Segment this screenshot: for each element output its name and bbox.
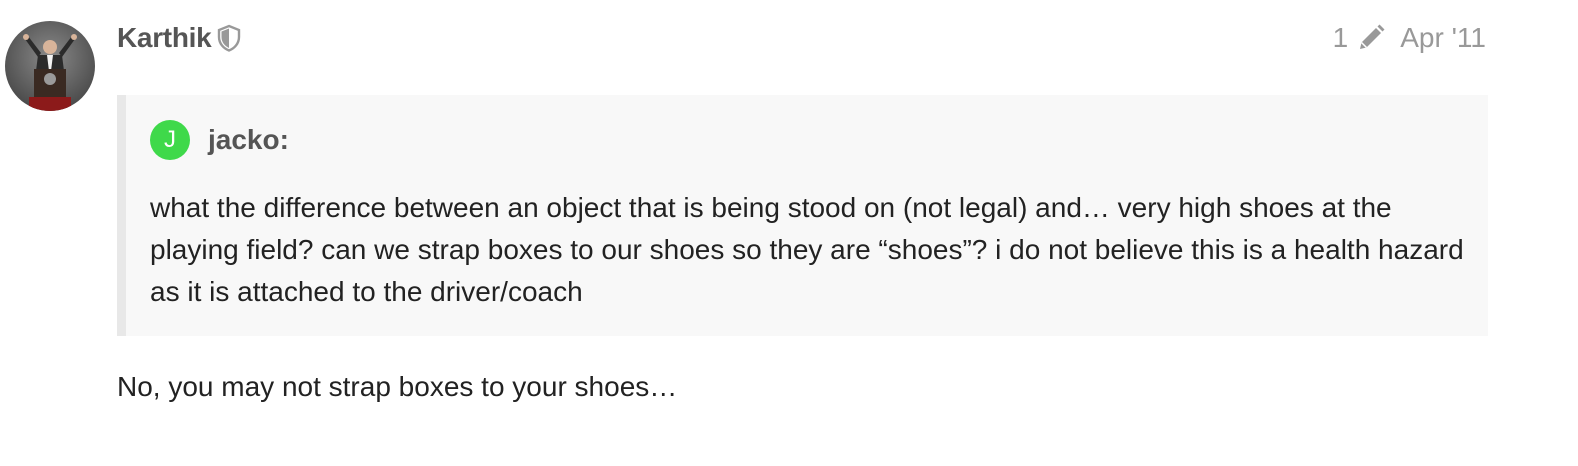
avatar[interactable] <box>5 21 95 111</box>
post-body: No, you may not strap boxes to your shoe… <box>117 371 678 402</box>
quote-username[interactable]: jacko: <box>208 124 289 156</box>
shield-icon <box>217 24 241 52</box>
quote-text: what the difference between an object th… <box>150 192 1464 307</box>
quote-title: J jacko: <box>150 120 289 160</box>
post-date[interactable]: Apr '11 <box>1400 22 1486 54</box>
edit-history-button[interactable]: 1 <box>1333 22 1387 54</box>
pencil-icon <box>1356 23 1386 53</box>
author-username[interactable]: Karthik <box>117 22 212 54</box>
post-header: Karthik <box>117 18 241 58</box>
quote-avatar[interactable]: J <box>150 120 190 160</box>
avatar-photo <box>5 21 95 111</box>
edit-count: 1 <box>1332 22 1349 53</box>
post-meta: 1 Apr '11 <box>1333 18 1486 58</box>
quote-block: J jacko: what the difference between an … <box>117 95 1488 336</box>
